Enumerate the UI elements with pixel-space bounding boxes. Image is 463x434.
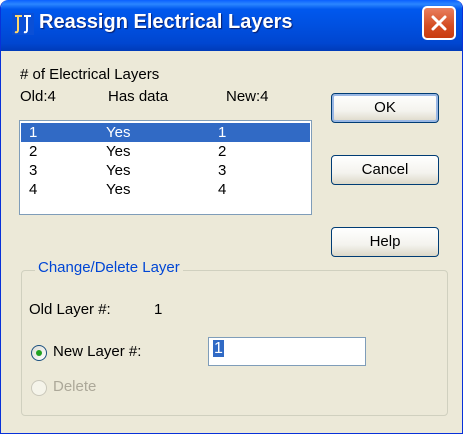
has-data-cell: Yes xyxy=(106,124,131,141)
ok-button[interactable]: OK xyxy=(331,93,439,123)
has-data-header: Has data xyxy=(108,88,169,105)
delete-radio[interactable] xyxy=(31,380,47,396)
help-button[interactable]: Help xyxy=(331,227,439,257)
groupbox-legend: Change/Delete Layer xyxy=(35,259,183,276)
close-button[interactable] xyxy=(422,6,456,40)
close-icon xyxy=(431,15,447,31)
new-layer-cell: 4 xyxy=(218,181,227,198)
layer-count-label: # of Electrical Layers xyxy=(20,66,160,83)
delete-label: Delete xyxy=(53,378,97,395)
has-data-cell: Yes xyxy=(106,181,131,198)
layer-row[interactable]: 3 Yes 3 xyxy=(21,161,310,180)
dialog-window: Reassign Electrical Layers # of Electric… xyxy=(0,0,463,434)
layer-row[interactable]: 1 Yes 1 xyxy=(21,123,310,142)
has-data-cell: Yes xyxy=(106,162,131,179)
radio-selected-dot xyxy=(36,350,42,356)
old-layer-value: 1 xyxy=(154,301,163,318)
new-layer-cell: 2 xyxy=(218,143,227,160)
old-layer-label: Old Layer #: xyxy=(29,301,111,318)
new-layer-input-value: 1 xyxy=(213,340,224,357)
layers-listbox[interactable]: 1 Yes 1 2 Yes 2 3 Yes 3 4 Yes 4 xyxy=(19,120,312,215)
old-layer-cell: 1 xyxy=(29,124,38,141)
title-bar[interactable]: Reassign Electrical Layers xyxy=(1,0,462,51)
cancel-button[interactable]: Cancel xyxy=(331,155,439,185)
app-icon xyxy=(12,13,34,35)
new-layer-label[interactable]: New Layer #: xyxy=(53,343,141,360)
new-layer-radio[interactable] xyxy=(31,345,47,361)
has-data-cell: Yes xyxy=(106,143,131,160)
new-layer-input[interactable]: 1 xyxy=(208,337,366,366)
layer-row[interactable]: 2 Yes 2 xyxy=(21,142,310,161)
new-layer-cell: 3 xyxy=(218,162,227,179)
old-layer-cell: 3 xyxy=(29,162,38,179)
layer-row[interactable]: 4 Yes 4 xyxy=(21,180,310,199)
window-title: Reassign Electrical Layers xyxy=(39,11,293,33)
new-layer-cell: 1 xyxy=(218,124,227,141)
old-count-label: Old:4 xyxy=(20,88,56,105)
old-layer-cell: 2 xyxy=(29,143,38,160)
old-layer-cell: 4 xyxy=(29,181,38,198)
new-count-label: New:4 xyxy=(226,88,269,105)
dialog-body: # of Electrical Layers Old:4 Has data Ne… xyxy=(4,51,459,431)
